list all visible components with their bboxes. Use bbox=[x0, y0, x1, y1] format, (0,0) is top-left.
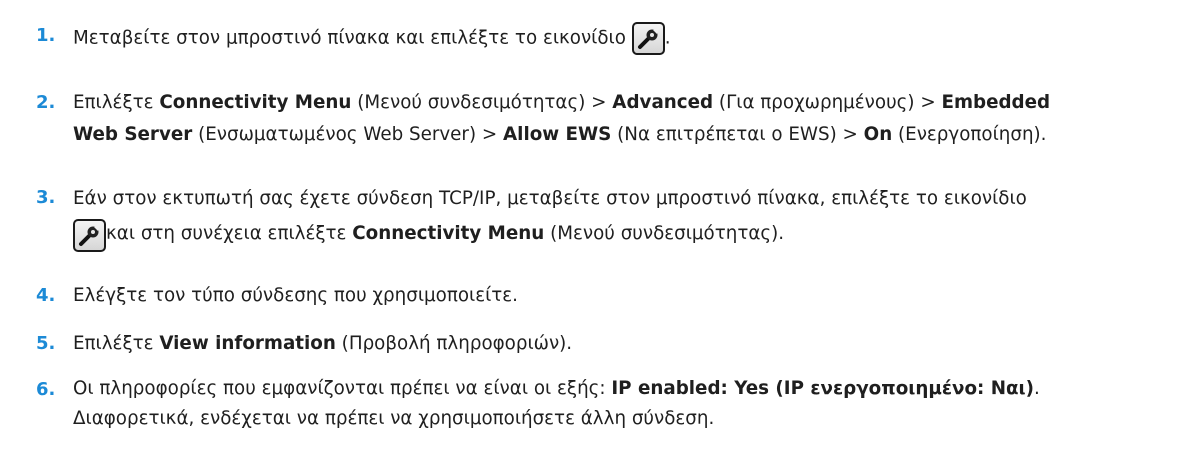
step-number: 4. bbox=[36, 285, 56, 306]
bold-term: IP enabled: Yes (IP ενεργοποιημένο: Ναι) bbox=[611, 378, 1035, 399]
step-text: Επιλέξτε Connectivity Menu (Μενού συνδεσ… bbox=[73, 92, 1051, 145]
bold-term: Connectivity Menu bbox=[352, 223, 545, 244]
bold-term: Web Server bbox=[73, 124, 193, 145]
step-number: 1. bbox=[36, 25, 56, 46]
step-number: 5. bbox=[36, 333, 56, 354]
bold-term: On bbox=[863, 124, 893, 145]
step-number: 6. bbox=[36, 379, 56, 400]
step-text: Επιλέξτε View information (Προβολή πληρο… bbox=[73, 333, 573, 354]
step-text: Ελέγξτε τον τύπο σύνδεσης που χρησιμοποι… bbox=[73, 285, 518, 306]
wrench-icon bbox=[631, 22, 665, 55]
bold-term: View information bbox=[159, 333, 336, 354]
step-number: 2. bbox=[36, 92, 56, 113]
step-text: Μεταβείτε στον μπροστινό πίνακα και επιλ… bbox=[73, 22, 1196, 55]
bold-term: Connectivity Menu bbox=[159, 92, 352, 113]
step-number: 3. bbox=[36, 187, 56, 208]
step-text: Εάν στον εκτυπωτή σας έχετε σύνδεση TCP/… bbox=[73, 182, 1196, 252]
wrench-icon bbox=[73, 219, 106, 252]
bold-term: Embedded bbox=[941, 92, 1051, 113]
bold-term: Advanced bbox=[612, 92, 714, 113]
bold-term: Allow EWS bbox=[503, 124, 612, 145]
step-text: Οι πληροφορίες που εμφανίζονται πρέπει ν… bbox=[73, 378, 1040, 429]
